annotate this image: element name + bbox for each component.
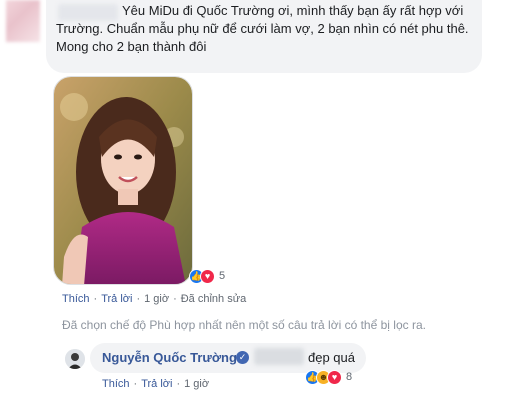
commenter-avatar[interactable] [6,0,40,42]
filter-notice: Đã chọn chế độ Phù hợp nhất nên một số c… [62,318,426,332]
comment-body: Yêu MiDu đi Quốc Trường ơi, mình thấy bạ… [56,3,469,54]
comment-edited-label[interactable]: Đã chỉnh sửa [181,293,246,305]
reply-actions: Thích · Trả lời · 1 giờ [102,378,209,390]
comment-photo[interactable] [53,76,193,285]
portrait-image [54,77,192,284]
separator-dot: · [93,293,98,305]
separator-dot: · [176,378,181,390]
comment-like-link[interactable]: Thích [62,293,90,305]
love-icon: ♥ [200,268,215,284]
reply-author-name[interactable]: Nguyễn Quốc Trường [102,350,237,365]
mention-redacted[interactable] [254,348,304,365]
separator-dot: · [133,378,138,390]
reply-timestamp[interactable]: 1 giờ [184,378,209,390]
reply-avatar-image [65,349,85,369]
separator-dot: · [173,293,177,305]
verified-badge-icon: ✓ [236,351,249,364]
comment-text: Yêu MiDu đi Quốc Trường ơi, mình thấy bạ… [56,2,476,56]
reply-reaction-count: 8 [346,371,353,383]
comment-reactions[interactable]: 👍 ♥ 5 [189,267,225,285]
love-icon: ♥ [327,369,342,385]
reply-reactions[interactable]: 👍 ☻ ♥ 8 [305,368,352,386]
comment-actions: Thích · Trả lời · 1 giờ · Đã chỉnh sửa [62,293,246,305]
reply-like-link[interactable]: Thích [102,378,130,390]
comment-reply-link[interactable]: Trả lời [101,293,132,305]
separator-dot: · [136,293,141,305]
reply-body: đẹp quá [308,350,355,365]
reply-avatar[interactable] [65,349,85,369]
comment-timestamp[interactable]: 1 giờ [144,293,169,305]
comment-reaction-count: 5 [219,270,226,282]
reply-reply-link[interactable]: Trả lời [141,378,172,390]
